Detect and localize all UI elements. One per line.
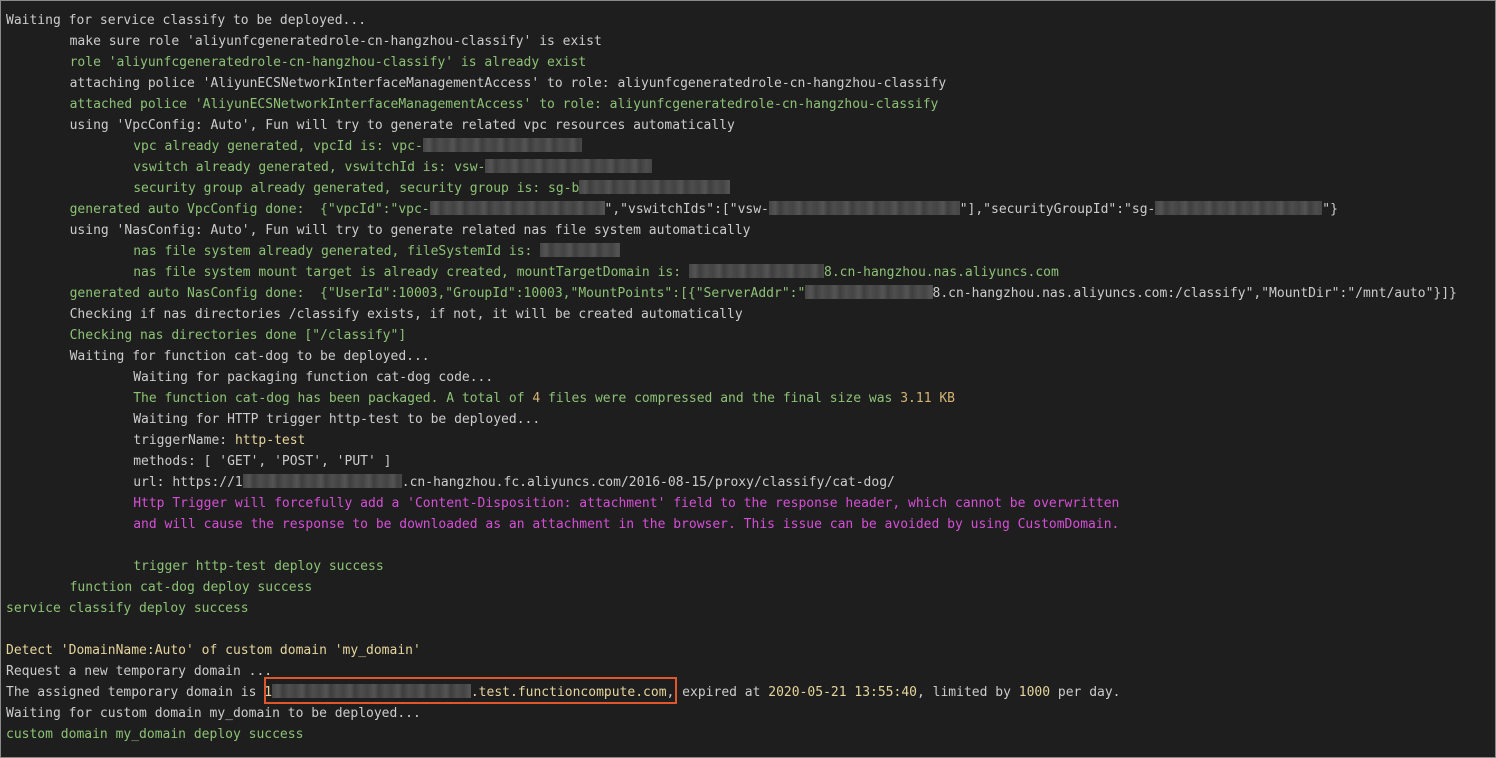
- log-text: 4: [532, 391, 541, 406]
- redacted-value: [805, 285, 933, 299]
- log-text: 8.cn-hangzhou.nas.aliyuncs.com: [824, 265, 1059, 280]
- terminal-line: service classify deploy success: [6, 598, 1495, 619]
- log-text: Request a new temporary domain ...: [6, 664, 273, 679]
- redacted-value: [429, 201, 605, 215]
- log-text: files were compressed and the final size…: [540, 391, 901, 406]
- terminal-line: The function cat-dog has been packaged. …: [6, 388, 1495, 409]
- terminal-line: Checking if nas directories /classify ex…: [6, 304, 1495, 325]
- log-text: Waiting for packaging function cat-dog c…: [133, 370, 494, 385]
- redacted-value: [485, 159, 653, 173]
- terminal-line: nas file system mount target is already …: [6, 262, 1495, 283]
- terminal-log: Waiting for service classify to be deplo…: [6, 10, 1495, 745]
- terminal-line: triggerName: http-test: [6, 430, 1495, 451]
- log-text: methods: [ 'GET', 'POST', 'PUT' ]: [133, 454, 392, 469]
- redacted-value: [688, 264, 825, 278]
- log-text: Waiting for service classify to be deplo…: [6, 13, 367, 28]
- terminal-line: security group already generated, securi…: [6, 178, 1495, 199]
- redacted-value: [1155, 201, 1323, 215]
- terminal-line: nas file system already generated, fileS…: [6, 241, 1495, 262]
- terminal-line: Waiting for custom domain my_domain to b…: [6, 703, 1495, 724]
- terminal-line: custom domain my_domain deploy success: [6, 724, 1495, 745]
- terminal-line: Waiting for packaging function cat-dog c…: [6, 367, 1495, 388]
- log-text: , limited by: [917, 685, 1019, 700]
- log-text: using 'VpcConfig: Auto', Fun will try to…: [69, 118, 735, 133]
- log-text: security group already generated, securi…: [133, 181, 580, 196]
- terminal-line: Http Trigger will forcefully add a 'Cont…: [6, 493, 1495, 514]
- log-text: "}: [1322, 202, 1338, 217]
- terminal-line: make sure role 'aliyunfcgeneratedrole-cn…: [6, 31, 1495, 52]
- terminal-line: generated auto VpcConfig done: {"vpcId":…: [6, 199, 1495, 220]
- terminal-line: attaching police 'AliyunECSNetworkInterf…: [6, 73, 1495, 94]
- log-text: using 'NasConfig: Auto', Fun will try to…: [69, 223, 751, 238]
- log-text: Http Trigger will forcefully add a 'Cont…: [133, 496, 1120, 511]
- log-text: .test.functioncompute.com: [470, 685, 667, 700]
- terminal-line: role 'aliyunfcgeneratedrole-cn-hangzhou-…: [6, 52, 1495, 73]
- log-text: attached police 'AliyunECSNetworkInterfa…: [69, 97, 939, 112]
- log-text: Waiting for HTTP trigger http-test to be…: [133, 412, 541, 427]
- log-text: vpc already generated, vpcId is: vpc-: [133, 139, 423, 154]
- terminal-line: The assigned temporary domain is 1 .test.…: [6, 682, 1495, 703]
- log-text: 8.cn-hangzhou.nas.aliyuncs.com:/classify…: [932, 286, 1457, 301]
- log-text: make sure role 'aliyunfcgeneratedrole-cn…: [69, 34, 602, 49]
- redacted-value: [422, 138, 582, 152]
- terminal-line: using 'VpcConfig: Auto', Fun will try to…: [6, 115, 1495, 136]
- redacted-value: [242, 474, 402, 488]
- log-text: triggerName:: [133, 433, 235, 448]
- log-text: nas file system mount target is already …: [133, 265, 689, 280]
- log-text: generated auto VpcConfig done: {"vpcId":…: [69, 202, 430, 217]
- terminal-line: Waiting for HTTP trigger http-test to be…: [6, 409, 1495, 430]
- terminal-line: generated auto NasConfig done: {"UserId"…: [6, 283, 1495, 304]
- log-text: url: https://1: [133, 475, 243, 490]
- terminal-line: vswitch already generated, vswitchId is:…: [6, 157, 1495, 178]
- log-text: 1: [264, 685, 273, 700]
- log-text: .cn-hangzhou.fc.aliyuncs.com/2016-08-15/…: [401, 475, 895, 490]
- log-text: Checking nas directories done ["/classif…: [69, 328, 407, 343]
- log-text: service classify deploy success: [6, 601, 249, 616]
- log-text: custom domain my_domain deploy success: [6, 727, 304, 742]
- redacted-value: [540, 243, 620, 257]
- terminal-line: Waiting for function cat-dog to be deplo…: [6, 346, 1495, 367]
- log-text: nas file system already generated, fileS…: [133, 244, 541, 259]
- log-text: Waiting for custom domain my_domain to b…: [6, 706, 421, 721]
- log-text: Waiting for function cat-dog to be deplo…: [69, 349, 430, 364]
- log-text: 1000: [1018, 685, 1051, 700]
- terminal-line: trigger http-test deploy success: [6, 556, 1495, 577]
- redacted-value: [579, 180, 731, 194]
- log-text: vswitch already generated, vswitchId is:…: [133, 160, 486, 175]
- redacted-value: [272, 684, 471, 698]
- terminal-line: attached police 'AliyunECSNetworkInterfa…: [6, 94, 1495, 115]
- log-text: role 'aliyunfcgeneratedrole-cn-hangzhou-…: [69, 55, 587, 70]
- terminal-line: function cat-dog deploy success: [6, 577, 1495, 598]
- log-text: ","vswitchIds":["vsw-: [604, 202, 769, 217]
- log-text: trigger http-test deploy success: [133, 559, 384, 574]
- log-text: per day.: [1050, 685, 1121, 700]
- log-text: 3.11 KB: [900, 391, 956, 406]
- terminal-line: Detect 'DomainName:Auto' of custom domai…: [6, 640, 1495, 661]
- terminal-line: Waiting for service classify to be deplo…: [6, 10, 1495, 31]
- terminal-line: url: https://1 .cn-hangzhou.fc.aliyuncs.c…: [6, 472, 1495, 493]
- log-text: generated auto NasConfig done: {"UserId"…: [69, 286, 806, 301]
- log-text: "],"securityGroupId":"sg-: [959, 202, 1156, 217]
- log-text: 2020-05-21 13:55:40: [768, 685, 917, 700]
- terminal-output[interactable]: Waiting for service classify to be deplo…: [0, 0, 1496, 758]
- log-text: attaching police 'AliyunECSNetworkInterf…: [69, 76, 947, 91]
- terminal-line: Checking nas directories done ["/classif…: [6, 325, 1495, 346]
- log-text: Checking if nas directories /classify ex…: [69, 307, 743, 322]
- log-text: , expired at: [666, 685, 769, 700]
- log-text: Detect 'DomainName:Auto' of custom domai…: [6, 643, 421, 658]
- terminal-line: using 'NasConfig: Auto', Fun will try to…: [6, 220, 1495, 241]
- terminal-line: methods: [ 'GET', 'POST', 'PUT' ]: [6, 451, 1495, 472]
- log-text: The function cat-dog has been packaged. …: [133, 391, 533, 406]
- log-text: and will cause the response to be downlo…: [133, 517, 1120, 532]
- log-text: http-test: [234, 433, 306, 448]
- terminal-line: Request a new temporary domain ...: [6, 661, 1495, 682]
- terminal-line: and will cause the response to be downlo…: [6, 514, 1495, 535]
- log-text: The assigned temporary domain is: [6, 685, 265, 700]
- terminal-line: vpc already generated, vpcId is: vpc-: [6, 136, 1495, 157]
- log-text: function cat-dog deploy success: [69, 580, 313, 595]
- redacted-value: [768, 201, 960, 215]
